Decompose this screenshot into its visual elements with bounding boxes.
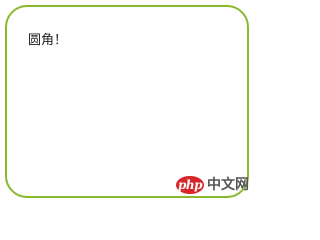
watermark-site-text: 中文网 bbox=[207, 177, 249, 193]
php-logo: php bbox=[176, 176, 204, 194]
rounded-corner-box: 圆角！ bbox=[5, 5, 249, 198]
box-text: 圆角！ bbox=[28, 33, 68, 48]
site-watermark: php 中文网 bbox=[176, 176, 249, 194]
